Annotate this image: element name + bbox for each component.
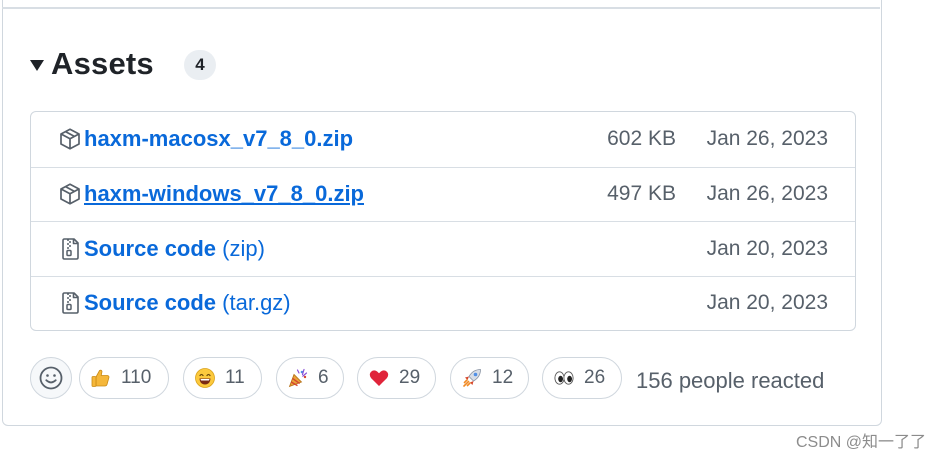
smiley-icon [39,366,63,390]
assets-toggle[interactable]: Assets [30,42,154,86]
asset-link[interactable]: Source code (tar.gz) [84,290,291,316]
file-zip-icon [58,291,82,315]
reactions-bar: 110 11 6 29 12 26 156 people reacted [30,357,850,401]
asset-size: 602 KB [607,127,676,151]
assets-count-badge: 4 [184,50,216,80]
reaction-count: 6 [318,367,329,388]
reactions-summary: 156 people reacted [636,368,825,393]
reaction-laugh-button[interactable]: 11 [183,357,262,399]
asset-link-label: Source code [84,235,217,261]
heart-icon [368,367,390,389]
triangle-down-icon [30,59,44,71]
party-popper-icon [287,367,309,389]
reaction-count: 26 [584,367,606,388]
file-zip-icon [58,237,82,261]
asset-link-suffix: (tar.gz) [222,290,291,316]
asset-row: haxm-windows_v7_8_0.zip 497 KB Jan 26, 2… [31,166,855,222]
assets-title: Assets [51,46,154,81]
asset-date: Jan 20, 2023 [706,291,828,315]
asset-link-suffix: (zip) [222,235,265,261]
package-icon [58,127,82,151]
asset-link-label: Source code [84,290,217,316]
asset-row: haxm-macosx_v7_8_0.zip 602 KB Jan 26, 20… [31,112,855,167]
asset-size: 497 KB [607,182,676,206]
rocket-icon [461,367,483,389]
laugh-icon [194,367,216,389]
asset-link[interactable]: haxm-windows_v7_8_0.zip [84,181,364,207]
asset-list: haxm-macosx_v7_8_0.zip 602 KB Jan 26, 20… [30,111,856,331]
asset-date: Jan 26, 2023 [706,127,828,151]
asset-date: Jan 20, 2023 [706,236,828,260]
asset-link[interactable]: Source code (zip) [84,236,265,262]
package-icon [58,182,82,206]
reaction-eyes-button[interactable]: 26 [542,357,622,399]
reaction-rocket-button[interactable]: 12 [450,357,529,399]
reaction-count: 12 [492,367,514,388]
reaction-hooray-button[interactable]: 6 [276,357,344,399]
add-reaction-button[interactable] [30,357,72,399]
reaction-count: 11 [225,367,245,388]
watermark: CSDN @知一了了 [795,434,926,451]
asset-row: Source code (tar.gz) Jan 20, 2023 [31,275,855,331]
reaction-count: 29 [399,367,421,388]
asset-link[interactable]: haxm-macosx_v7_8_0.zip [84,126,353,152]
reaction-thumbs-up-button[interactable]: 110 [79,357,169,399]
thumbs-up-icon [90,367,112,389]
divider [2,7,880,9]
reaction-heart-button[interactable]: 29 [357,357,436,399]
eyes-icon [553,367,575,389]
asset-row: Source code (zip) Jan 20, 2023 [31,221,855,276]
reaction-count: 110 [121,367,152,388]
asset-date: Jan 26, 2023 [706,182,828,206]
